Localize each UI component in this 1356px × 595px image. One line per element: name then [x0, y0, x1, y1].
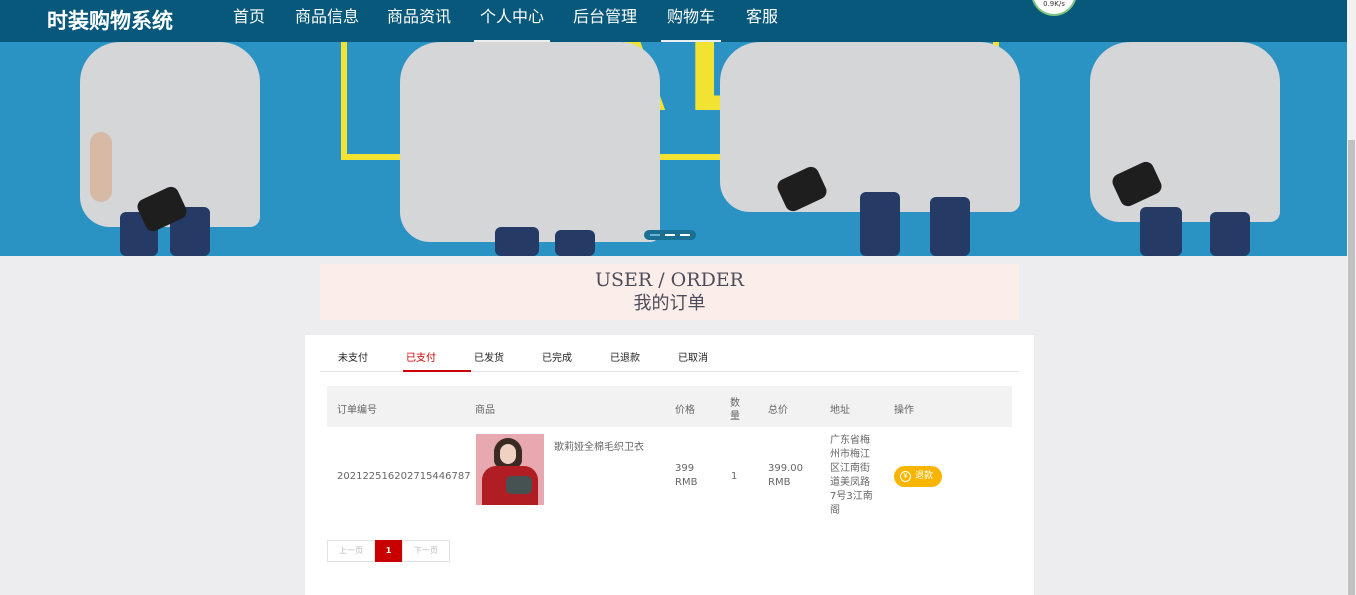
page-number-current[interactable]: 1 [375, 540, 402, 562]
total-unit: RMB [768, 477, 791, 488]
order-number: 202122516202715446787 [337, 471, 471, 482]
next-page-button[interactable]: 下一页 [402, 540, 450, 562]
page-scrollbar[interactable] [1347, 0, 1356, 595]
nav-item-products[interactable]: 商品信息 [295, 0, 359, 42]
banner-model-figure [1090, 42, 1290, 256]
banner-model-figure [720, 42, 1020, 256]
order-table-header: 订单编号 商品 价格 数 量 总价 地址 操作 [327, 386, 1012, 427]
tab-paid[interactable]: 已支付 [406, 349, 436, 364]
section-title: USER / ORDER 我的订单 [320, 264, 1019, 320]
address-line: 区江南街 [830, 463, 870, 474]
address-line: 道美凤路 [830, 477, 870, 488]
column-address: 地址 [830, 405, 850, 416]
quantity: 1 [731, 471, 738, 482]
address-line: 州市梅江 [830, 449, 870, 460]
tab-refunded[interactable]: 已退款 [610, 349, 640, 364]
price-unit: RMB [675, 477, 698, 488]
carousel-dot[interactable] [665, 234, 675, 236]
prev-page-button[interactable]: 上一页 [327, 540, 375, 562]
total-value: 399.00 [768, 463, 803, 474]
address-line: 广东省梅 [830, 435, 870, 446]
banner-model-figure [400, 42, 660, 256]
nav-item-cart[interactable]: 购物车 [660, 0, 722, 42]
order-status-tabs: 未支付 已支付 已发货 已完成 已退款 已取消 [320, 335, 1019, 372]
carousel-dot[interactable] [680, 234, 690, 236]
tab-completed[interactable]: 已完成 [542, 349, 572, 364]
column-price: 价格 [675, 405, 695, 416]
nav-item-admin[interactable]: 后台管理 [573, 0, 637, 42]
refund-button[interactable]: ¥ 退款 [894, 466, 942, 487]
section-title-zh: 我的订单 [633, 293, 706, 314]
banner-model-figure [60, 42, 260, 256]
address-line: 阁 [830, 505, 840, 516]
order-panel: 未支付 已支付 已发货 已完成 已退款 已取消 订单编号 商品 价格 数 量 总… [305, 335, 1034, 595]
product-image[interactable] [476, 434, 544, 505]
scrollbar-thumb[interactable] [1348, 140, 1355, 595]
active-tab-indicator [403, 370, 471, 372]
product-name[interactable]: 歌莉娅全棉毛织卫衣 [554, 441, 644, 455]
refund-icon: ¥ [900, 471, 911, 482]
site-brand[interactable]: 时装购物系统 [47, 5, 173, 35]
section-title-en: USER / ORDER [595, 269, 744, 291]
top-navbar: 时装购物系统 首页 商品信息 商品资讯 个人中心 后台管理 购物车 客服 0.9… [0, 0, 1347, 42]
nav-item-news[interactable]: 商品资讯 [387, 0, 451, 42]
nav-item-user-center[interactable]: 个人中心 [473, 0, 551, 42]
column-action: 操作 [894, 405, 914, 416]
column-order-no: 订单编号 [337, 405, 377, 416]
nav-item-service[interactable]: 客服 [746, 0, 778, 42]
network-speed-text: 0.9K/s [1043, 0, 1065, 8]
column-product: 商品 [475, 405, 495, 416]
tab-unpaid[interactable]: 未支付 [338, 349, 368, 364]
price-value: 399 [675, 463, 695, 474]
network-speed-widget: 0.9K/s [1031, 0, 1077, 16]
promo-banner[interactable]: SALE [0, 42, 1347, 256]
carousel-dot[interactable] [650, 234, 660, 236]
nav-item-home[interactable]: 首页 [233, 0, 265, 42]
refund-button-label: 退款 [915, 471, 934, 481]
carousel-indicator[interactable] [644, 230, 696, 240]
tab-cancelled[interactable]: 已取消 [678, 349, 708, 364]
tab-shipped[interactable]: 已发货 [474, 349, 504, 364]
address-line: 7号3江南 [830, 491, 873, 502]
column-quantity-line2: 量 [730, 411, 740, 422]
column-total: 总价 [768, 405, 788, 416]
